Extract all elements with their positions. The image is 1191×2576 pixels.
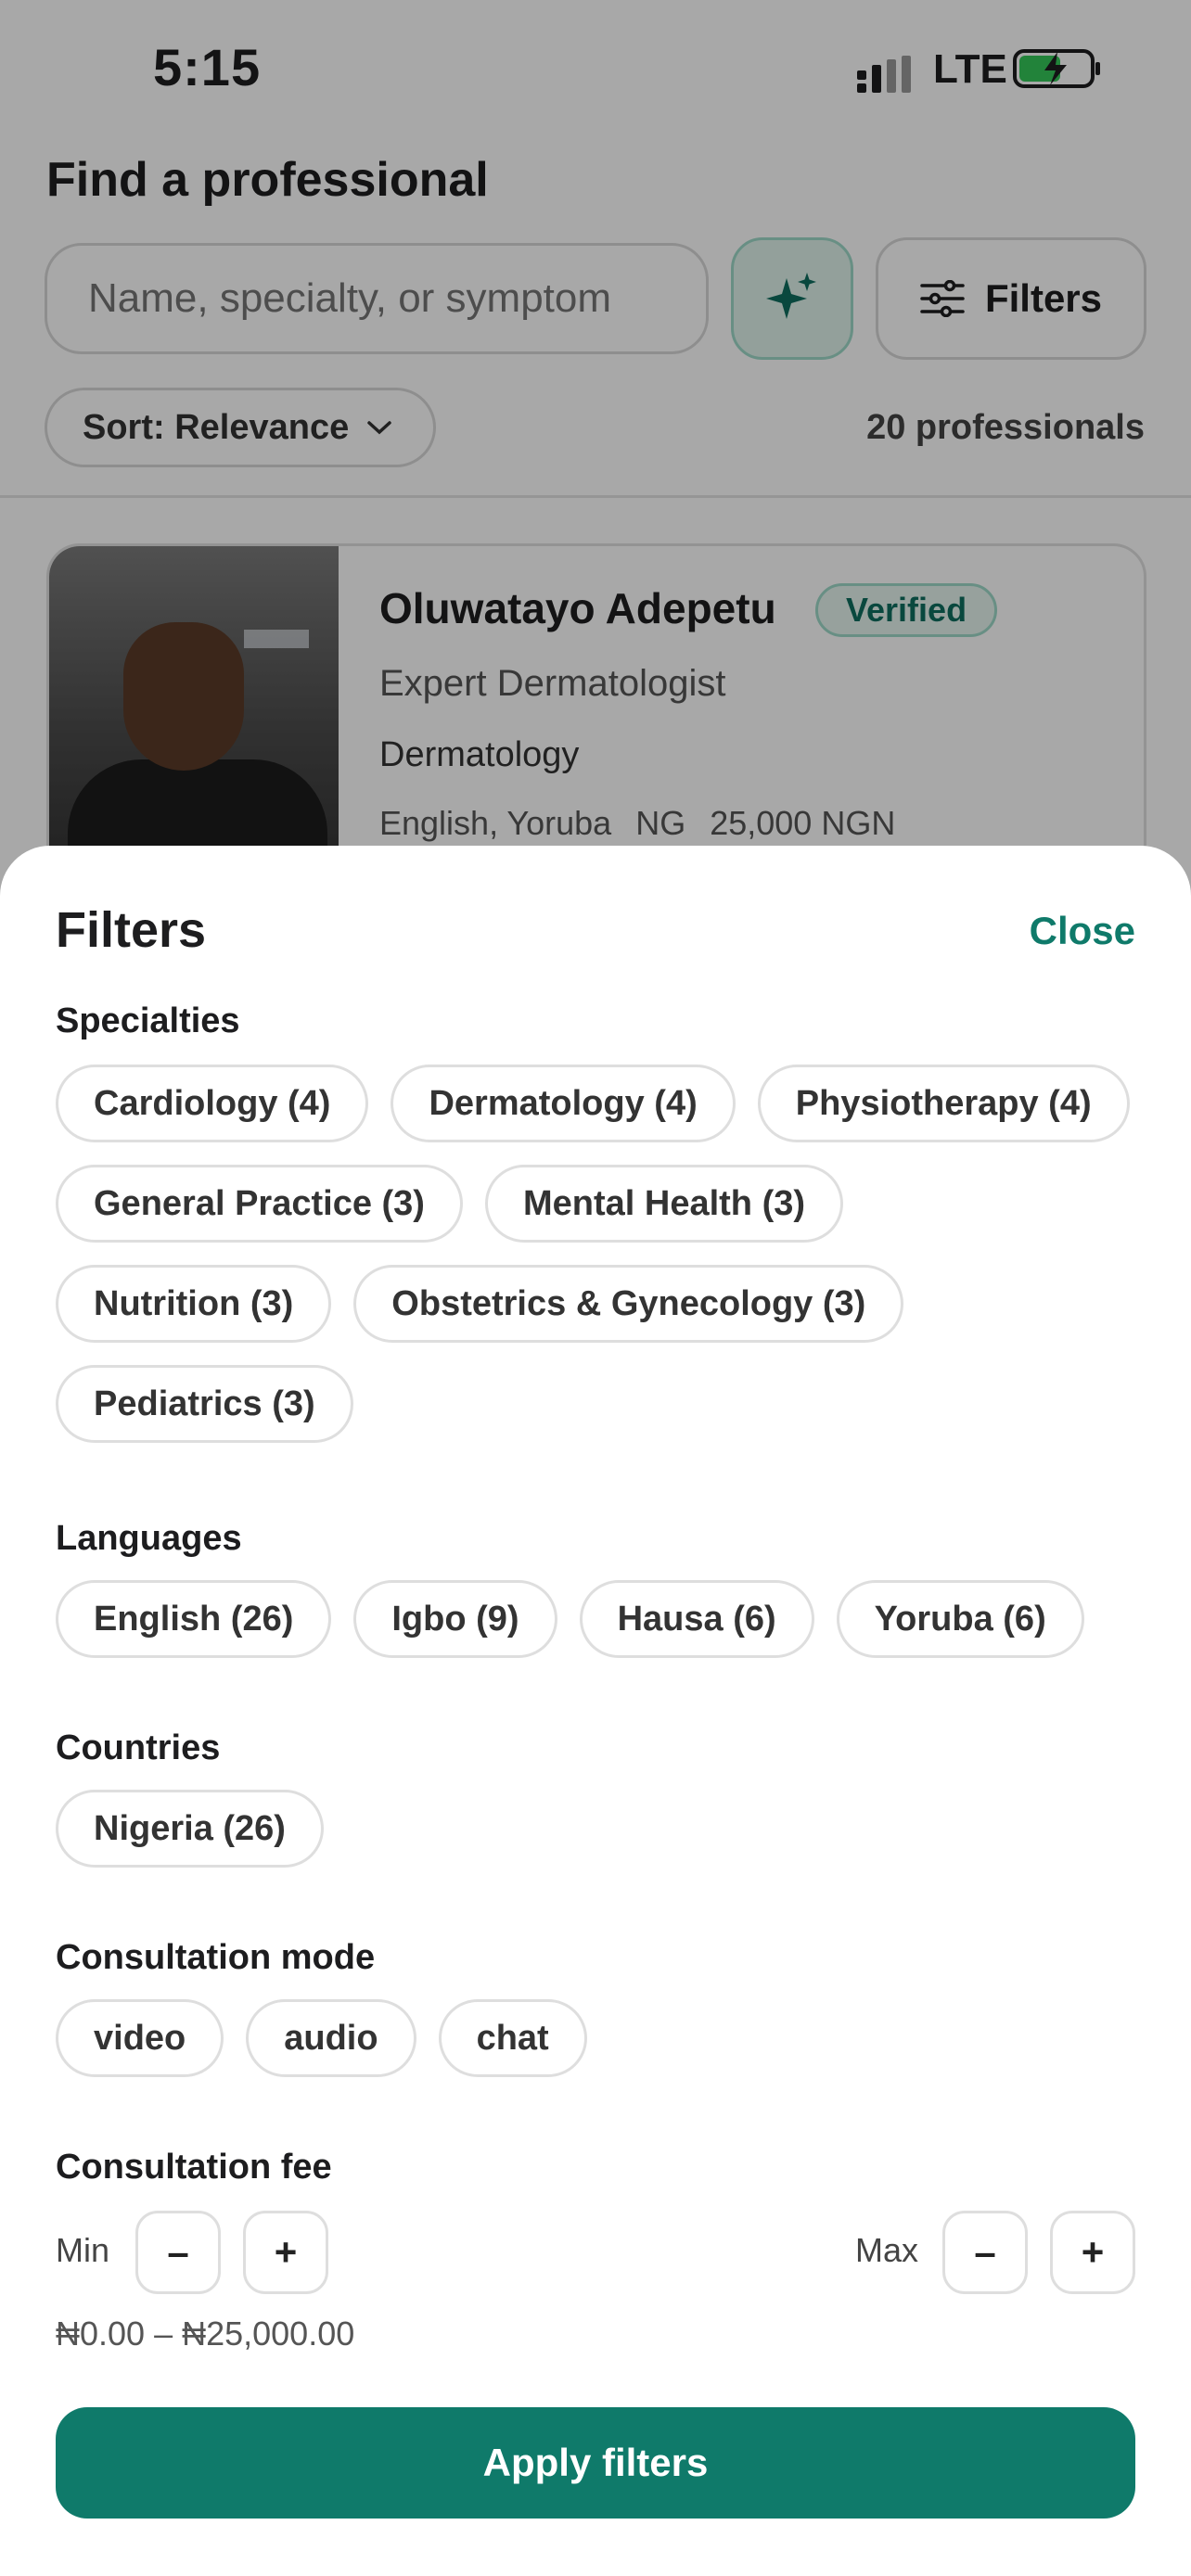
close-button[interactable]: Close [1030,909,1135,953]
specialty-chip[interactable]: Nutrition (3) [56,1265,332,1343]
mode-chip-video[interactable]: video [56,1999,224,2077]
languages-label: Languages [56,1519,242,1558]
specialty-chip[interactable]: Physiotherapy (4) [757,1065,1130,1142]
apply-filters-button[interactable]: Apply filters [56,2407,1135,2519]
min-decrement-button[interactable]: – [135,2211,221,2294]
specialty-chip[interactable]: Pediatrics (3) [56,1365,353,1443]
min-label: Min [56,2231,110,2269]
fee-controls: Min – + Max – + [56,2211,1135,2294]
specialty-chip[interactable]: Obstetrics & Gynecology (3) [353,1265,904,1343]
language-chip[interactable]: Igbo (9) [353,1580,557,1658]
specialty-chip[interactable]: Cardiology (4) [56,1065,369,1142]
languages-chips: English (26) Igbo (9) Hausa (6) Yoruba (… [56,1580,1141,1658]
specialties-chips: Cardiology (4) Dermatology (4) Physiothe… [56,1065,1141,1443]
min-increment-button[interactable]: + [243,2211,328,2294]
consultation-mode-label: Consultation mode [56,1938,376,1977]
filters-sheet: Filters Close Specialties Cardiology (4)… [0,846,1191,2576]
countries-chips: Nigeria (26) [56,1790,1141,1868]
max-label: Max [855,2231,919,2269]
specialty-chip[interactable]: Dermatology (4) [391,1065,736,1142]
specialties-label: Specialties [56,1001,240,1040]
country-chip[interactable]: Nigeria (26) [56,1790,324,1868]
sheet-title: Filters [56,902,207,958]
max-decrement-button[interactable]: – [942,2211,1028,2294]
specialty-chip[interactable]: Mental Health (3) [484,1165,844,1243]
language-chip[interactable]: English (26) [56,1580,332,1658]
specialty-chip[interactable]: General Practice (3) [56,1165,463,1243]
language-chip[interactable]: Yoruba (6) [836,1580,1084,1658]
countries-label: Countries [56,1728,221,1767]
max-increment-button[interactable]: + [1050,2211,1135,2294]
fee-range-value: ₦0.00 – ₦25,000.00 [56,2315,355,2353]
consultation-fee-label: Consultation fee [56,2148,332,2187]
mode-chip-chat[interactable]: chat [438,1999,587,2077]
mode-chips: video audio chat [56,1999,1141,2077]
mode-chip-audio[interactable]: audio [246,1999,416,2077]
language-chip[interactable]: Hausa (6) [579,1580,814,1658]
